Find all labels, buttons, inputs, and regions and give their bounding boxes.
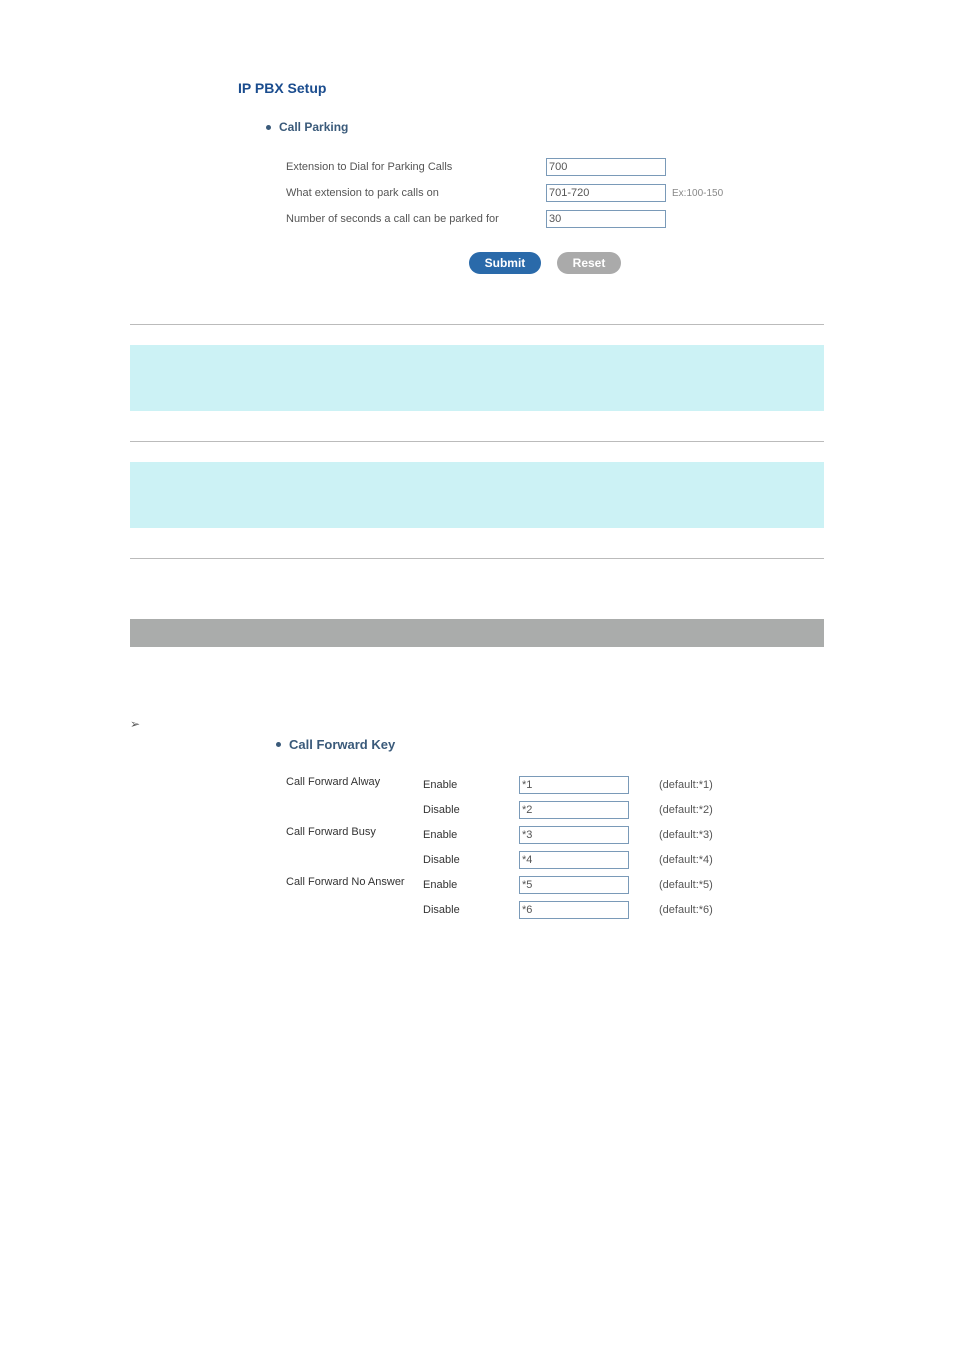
cfk-input-cell (519, 822, 659, 847)
section-call-parking: Call Parking (266, 120, 744, 134)
button-row: Submit Reset (286, 252, 744, 274)
reset-button[interactable]: Reset (557, 252, 622, 274)
cfk-group-alway: Call Forward Alway Enable Disable (defau… (286, 772, 824, 822)
cfk-input-cell (519, 772, 659, 797)
cfk-input-col-noanswer (519, 872, 659, 922)
cfk-default-noanswer-enable: (default:*5) (659, 872, 749, 897)
cfk-input-cell (519, 897, 659, 922)
input-ext-park[interactable] (546, 184, 666, 202)
cfk-input-busy-disable[interactable] (519, 851, 629, 869)
row-ext-dial: Extension to Dial for Parking Calls (286, 158, 744, 176)
cfk-default-col-noanswer: (default:*5) (default:*6) (659, 872, 749, 922)
cfk-label-alway: Call Forward Alway (286, 772, 423, 822)
bullet-icon (276, 742, 281, 747)
cfk-default-busy-disable: (default:*4) (659, 847, 749, 872)
cfk-input-noanswer-disable[interactable] (519, 901, 629, 919)
row-seconds: Number of seconds a call can be parked f… (286, 210, 744, 228)
cfk-title: Call Forward Key (289, 737, 395, 752)
cfk-default-alway-disable: (default:*2) (659, 797, 749, 822)
divider-2 (130, 441, 824, 442)
cfk-default-alway-enable: (default:*1) (659, 772, 749, 797)
cfk-default-col-alway: (default:*1) (default:*2) (659, 772, 749, 822)
cfk-ed-col-noanswer: Enable Disable (423, 872, 519, 922)
screenshot-call-forward-key: Call Forward Key Call Forward Alway Enab… (130, 737, 824, 922)
cfk-input-col-alway (519, 772, 659, 822)
cyan-block-2 (130, 462, 824, 528)
divider-1 (130, 324, 824, 325)
row-ext-park: What extension to park calls on Ex:100-1… (286, 184, 744, 202)
label-ext-park: What extension to park calls on (286, 187, 546, 199)
cfk-input-cell (519, 847, 659, 872)
cfk-enable-busy: Enable (423, 822, 519, 847)
cfk-input-alway-disable[interactable] (519, 801, 629, 819)
hint-ext-park: Ex:100-150 (672, 188, 723, 199)
cfk-disable-busy: Disable (423, 847, 519, 872)
section-cfk: Call Forward Key (276, 737, 824, 752)
cfk-group-noanswer: Call Forward No Answer Enable Disable (d… (286, 872, 824, 922)
cfk-enable-alway: Enable (423, 772, 519, 797)
cfk-input-busy-enable[interactable] (519, 826, 629, 844)
input-ext-dial[interactable] (546, 158, 666, 176)
cfk-grid: Call Forward Alway Enable Disable (defau… (286, 772, 824, 922)
cfk-input-noanswer-enable[interactable] (519, 876, 629, 894)
divider-3 (130, 558, 824, 559)
cfk-disable-noanswer: Disable (423, 897, 519, 922)
cfk-default-busy-enable: (default:*3) (659, 822, 749, 847)
cfk-label-noanswer: Call Forward No Answer (286, 872, 423, 922)
page-title: IP PBX Setup (238, 80, 744, 96)
cfk-input-col-busy (519, 822, 659, 872)
cfk-enable-noanswer: Enable (423, 872, 519, 897)
cfk-disable-alway: Disable (423, 797, 519, 822)
call-parking-form: Extension to Dial for Parking Calls What… (286, 158, 744, 274)
screenshot-call-parking: IP PBX Setup Call Parking Extension to D… (130, 20, 824, 294)
bullet-icon (266, 125, 271, 130)
cfk-label-busy: Call Forward Busy (286, 822, 423, 872)
cfk-input-alway-enable[interactable] (519, 776, 629, 794)
input-seconds[interactable] (546, 210, 666, 228)
cfk-input-cell (519, 872, 659, 897)
arrow-icon: ➢ (130, 717, 824, 731)
label-seconds: Number of seconds a call can be parked f… (286, 213, 546, 225)
cfk-input-cell (519, 797, 659, 822)
cfk-ed-col-busy: Enable Disable (423, 822, 519, 872)
cfk-default-noanswer-disable: (default:*6) (659, 897, 749, 922)
label-ext-dial: Extension to Dial for Parking Calls (286, 161, 546, 173)
cfk-group-busy: Call Forward Busy Enable Disable (defaul… (286, 822, 824, 872)
gray-block (130, 619, 824, 647)
cfk-default-col-busy: (default:*3) (default:*4) (659, 822, 749, 872)
call-parking-title: Call Parking (279, 120, 348, 134)
cfk-ed-col-alway: Enable Disable (423, 772, 519, 822)
cyan-block-1 (130, 345, 824, 411)
page-container: IP PBX Setup Call Parking Extension to D… (0, 0, 954, 962)
submit-button[interactable]: Submit (469, 252, 542, 274)
